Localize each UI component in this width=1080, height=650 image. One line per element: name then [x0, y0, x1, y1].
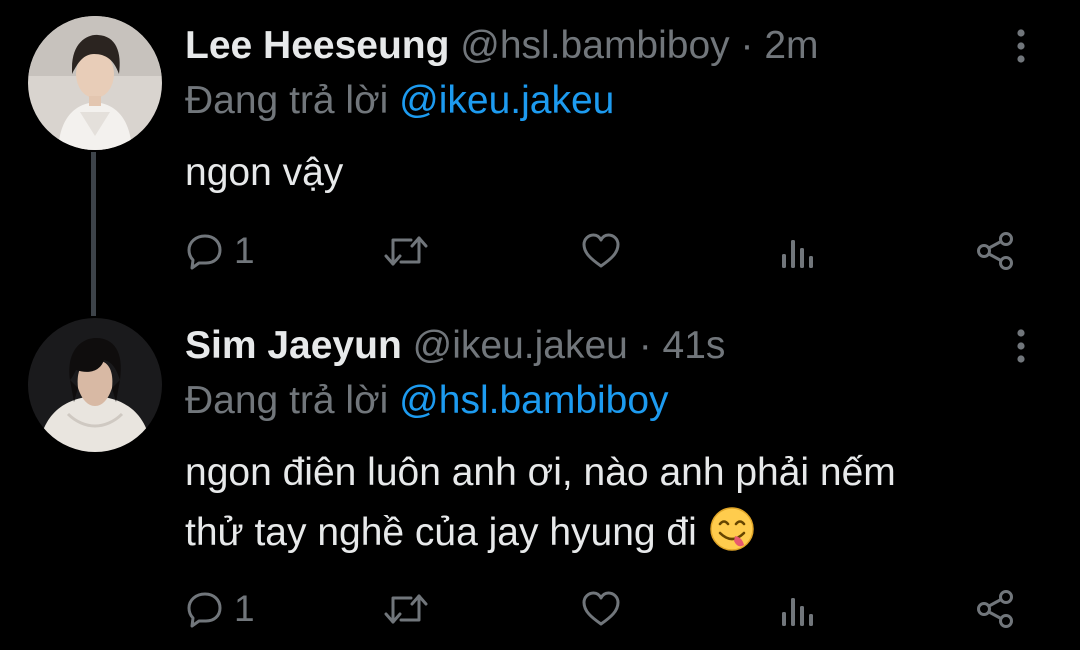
share-icon [977, 232, 1013, 270]
more-vertical-icon [1017, 329, 1025, 363]
display-name[interactable]: Lee Heeseung [185, 24, 449, 67]
reply-icon [187, 234, 222, 270]
tweet-text: ngon điên luôn anh ơi, nào anh phải nếm … [185, 443, 1055, 563]
analytics-icon [782, 240, 813, 268]
share-button[interactable] [975, 584, 1015, 634]
timestamp[interactable]: 2m [764, 24, 818, 67]
separator-dot: · [638, 324, 652, 367]
tweet-text-line: thử tay nghề của jay hyung đi [185, 503, 1055, 563]
replying-to: Đang trả lời @ikeu.jakeu [185, 73, 614, 129]
reply-count: 1 [234, 588, 255, 629]
retweet-icon [384, 594, 428, 624]
reply-icon [187, 592, 222, 628]
tweet-header: Lee Heeseung @hsl.bambiboy · 2m [185, 18, 1000, 74]
mention-link[interactable]: @hsl.bambiboy [399, 379, 668, 422]
views-button[interactable] [780, 584, 814, 634]
mention-link[interactable]: @ikeu.jakeu [399, 79, 614, 122]
tweet-text: ngon vậy [185, 143, 1055, 203]
retweet-button[interactable] [383, 226, 429, 276]
reply-count: 1 [234, 230, 255, 271]
more-vertical-icon [1017, 29, 1025, 63]
tweet-text-content: ngon vậy [185, 151, 344, 194]
reply-button[interactable]: 1 [186, 226, 255, 276]
tweet-1[interactable]: Lee Heeseung @hsl.bambiboy · 2m Đang trả… [0, 0, 1080, 300]
analytics-icon [782, 598, 813, 626]
tweet-header: Sim Jaeyun @ikeu.jakeu · 41s [185, 318, 1000, 374]
share-button[interactable] [975, 226, 1015, 276]
face-savoring-food-emoji-icon [708, 505, 756, 553]
retweet-button[interactable] [383, 584, 429, 634]
share-icon [977, 590, 1013, 628]
views-button[interactable] [780, 226, 814, 276]
tweet-text-line: ngon điên luôn anh ơi, nào anh phải nếm [185, 451, 896, 494]
retweet-icon [384, 236, 428, 266]
heart-icon [582, 591, 620, 626]
heart-icon [582, 233, 620, 268]
like-button[interactable] [581, 584, 621, 634]
avatar[interactable] [28, 16, 162, 150]
user-handle[interactable]: @ikeu.jakeu [413, 324, 628, 367]
avatar-photo-icon [28, 16, 162, 150]
separator-dot: · [740, 24, 754, 67]
more-options-button[interactable] [1006, 22, 1036, 70]
reply-button[interactable]: 1 [186, 584, 255, 634]
tweet-thread: Lee Heeseung @hsl.bambiboy · 2m Đang trả… [0, 0, 1080, 650]
avatar[interactable] [28, 318, 162, 452]
timestamp[interactable]: 41s [663, 324, 726, 367]
more-options-button[interactable] [1006, 322, 1036, 370]
tweet-2[interactable]: Sim Jaeyun @ikeu.jakeu · 41s Đang trả lờ… [0, 300, 1080, 650]
replying-to-label: Đang trả lời [185, 79, 389, 122]
replying-to: Đang trả lời @hsl.bambiboy [185, 373, 669, 429]
user-handle[interactable]: @hsl.bambiboy [460, 24, 729, 67]
like-button[interactable] [581, 226, 621, 276]
tweet-text-line-content: thử tay nghề của jay hyung đi [185, 511, 697, 554]
display-name[interactable]: Sim Jaeyun [185, 324, 402, 367]
replying-to-label: Đang trả lời [185, 379, 389, 422]
avatar-photo-icon [28, 318, 162, 452]
